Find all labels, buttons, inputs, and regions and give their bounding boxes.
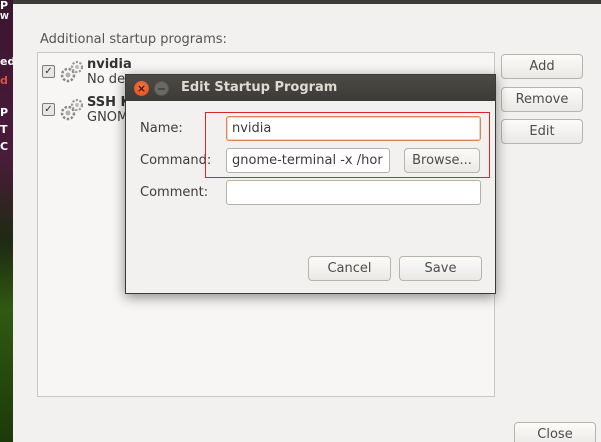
section-label: Additional startup programs:	[40, 32, 227, 47]
list-item[interactable]: ✓ SSH K GNOM	[42, 95, 132, 129]
save-button[interactable]: Save	[399, 256, 482, 281]
edit-button[interactable]: Edit	[501, 119, 583, 144]
desktop-text-fragment: W	[0, 12, 9, 21]
remove-button[interactable]: Remove	[501, 87, 583, 112]
comment-label: Comment:	[140, 185, 209, 200]
annotation-highlight-box	[205, 112, 490, 178]
gear-application-icon	[60, 60, 84, 83]
comment-field[interactable]	[226, 180, 481, 205]
close-button[interactable]: Close	[514, 422, 596, 442]
window-minimize-icon[interactable]	[154, 81, 169, 96]
desktop-background: P W ed d P T C	[0, 0, 13, 442]
command-label: Command:	[140, 153, 212, 168]
program-name: nvidia	[87, 57, 132, 72]
gear-application-icon	[60, 98, 84, 121]
desktop-text-fragment: T	[0, 123, 8, 136]
window-close-icon[interactable]: ×	[134, 81, 149, 96]
program-description: GNOM	[87, 110, 129, 125]
checkbox-checked-icon[interactable]: ✓	[42, 65, 55, 78]
list-item[interactable]: ✓ nvidia No de	[42, 57, 132, 91]
cancel-button[interactable]: Cancel	[308, 256, 391, 281]
add-button[interactable]: Add	[501, 54, 583, 79]
dialog-titlebar[interactable]: × Edit Startup Program	[126, 75, 495, 101]
desktop-text-fragment: ed	[0, 55, 13, 68]
desktop-text-fragment: C	[0, 140, 9, 153]
edit-startup-program-dialog: × Edit Startup Program Name: nvidia Comm…	[125, 74, 496, 294]
checkbox-checked-icon[interactable]: ✓	[42, 103, 55, 116]
program-description: No de	[87, 72, 126, 87]
desktop-text-fragment: P	[0, 106, 9, 119]
dialog-title: Edit Startup Program	[181, 80, 338, 95]
name-label: Name:	[140, 121, 183, 136]
desktop-text-fragment: d	[0, 74, 8, 87]
